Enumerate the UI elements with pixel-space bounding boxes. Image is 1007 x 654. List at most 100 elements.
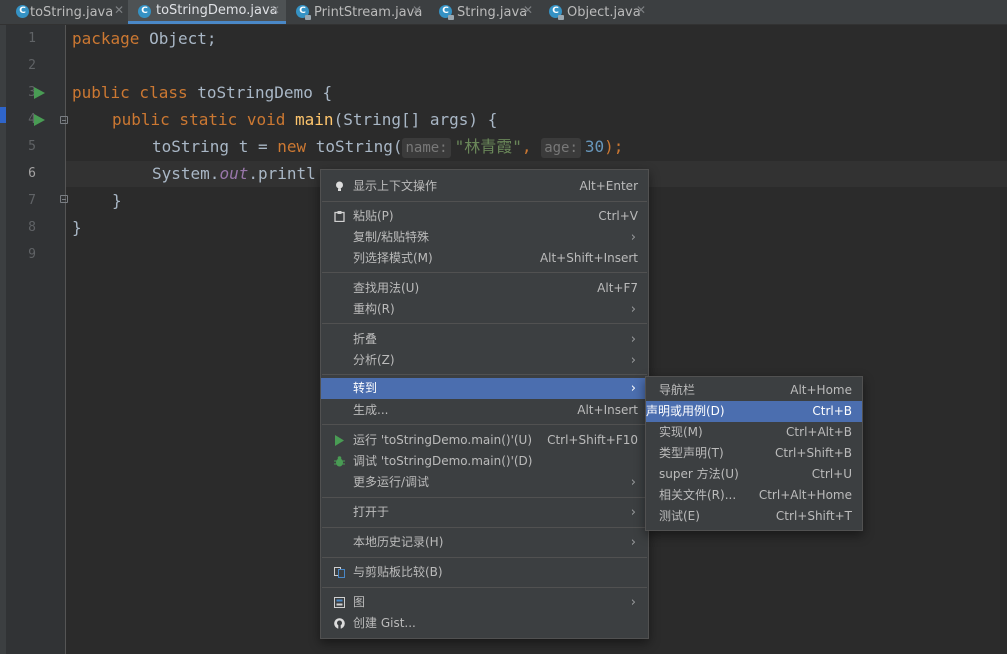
parameter-hint-age: age: bbox=[541, 138, 581, 158]
editor-context-menu: 显示上下文操作 Alt+Enter 粘贴(P) Ctrl+V 复制/粘贴特殊 ›… bbox=[320, 169, 649, 639]
menu-item-label: 调试 'toStringDemo.main()'(D) bbox=[353, 454, 533, 468]
menu-item-create-gist[interactable]: 创建 Gist... bbox=[321, 613, 648, 634]
method-name: main bbox=[295, 110, 334, 129]
menu-item-compare-clipboard[interactable]: 与剪贴板比较(B) bbox=[321, 562, 648, 583]
keyword: package bbox=[72, 29, 140, 48]
menu-item-shortcut: Ctrl+V bbox=[598, 209, 638, 223]
menu-item-declaration[interactable]: 声明或用例(D) Ctrl+B bbox=[646, 401, 862, 422]
menu-separator bbox=[322, 557, 647, 558]
line-number: 1 bbox=[28, 31, 36, 46]
menu-item-find-usages[interactable]: 查找用法(U) Alt+F7 bbox=[321, 278, 648, 299]
menu-item-super-method[interactable]: super 方法(U) Ctrl+U bbox=[646, 464, 862, 485]
menu-separator bbox=[322, 272, 647, 273]
menu-item-label: 实现(M) bbox=[659, 425, 703, 439]
menu-item-label: 查找用法(U) bbox=[353, 281, 420, 295]
menu-item-refactor[interactable]: 重构(R) › bbox=[321, 299, 648, 320]
code-line-8: } bbox=[72, 215, 82, 241]
menu-item-run[interactable]: 运行 'toStringDemo.main()'(U) Ctrl+Shift+F… bbox=[321, 430, 648, 451]
chevron-right-icon: › bbox=[630, 595, 636, 610]
menu-separator bbox=[322, 323, 647, 324]
run-main-icon[interactable] bbox=[34, 114, 45, 126]
tab-tostring-java[interactable]: C toString.java ✕ bbox=[14, 0, 128, 24]
goto-submenu: 导航栏 Alt+Home 声明或用例(D) Ctrl+B 实现(M) Ctrl+… bbox=[645, 376, 863, 531]
run-icon bbox=[335, 435, 344, 446]
lightbulb-icon bbox=[336, 181, 343, 191]
run-class-icon[interactable] bbox=[34, 87, 45, 99]
menu-item-shortcut: Alt+F7 bbox=[597, 281, 638, 295]
code-text: .printl bbox=[248, 164, 316, 183]
parameter-hint-name: name: bbox=[402, 138, 451, 158]
tab-label: toString.java bbox=[30, 4, 114, 20]
java-class-readonly-icon: C bbox=[296, 5, 311, 20]
menu-item-type-declaration[interactable]: 类型声明(T) Ctrl+Shift+B bbox=[646, 443, 862, 464]
java-class-readonly-icon: C bbox=[439, 5, 454, 20]
clipboard-icon bbox=[334, 211, 345, 222]
menu-item-label: 复制/粘贴特殊 bbox=[353, 230, 430, 244]
menu-item-folding[interactable]: 折叠 › bbox=[321, 329, 648, 350]
java-class-icon: C bbox=[16, 5, 29, 18]
menu-item-more-run-debug[interactable]: 更多运行/调试 › bbox=[321, 472, 648, 493]
close-icon[interactable]: ✕ bbox=[270, 3, 280, 17]
tab-tostringdemo-java[interactable]: C toStringDemo.java ✕ bbox=[128, 0, 286, 24]
tab-label: PrintStream.java bbox=[314, 4, 423, 20]
menu-item-shortcut: Ctrl+Shift+F10 bbox=[547, 433, 638, 447]
menu-item-analyze[interactable]: 分析(Z) › bbox=[321, 350, 648, 371]
menu-item-debug[interactable]: 调试 'toStringDemo.main()'(D) bbox=[321, 451, 648, 472]
close-icon[interactable]: ✕ bbox=[636, 3, 646, 17]
menu-item-label: 转到 bbox=[353, 381, 378, 395]
editor-tab-bar: C toString.java ✕ C toStringDemo.java ✕ … bbox=[0, 0, 1007, 25]
close-icon[interactable]: ✕ bbox=[412, 3, 422, 17]
tab-string-java[interactable]: C String.java ✕ bbox=[437, 0, 541, 24]
code-line-5: toString t = new toString(name: "林青霞", ag… bbox=[152, 134, 623, 160]
line-number: 9 bbox=[28, 247, 36, 262]
menu-item-goto[interactable]: 转到 › bbox=[321, 378, 648, 399]
menu-item-diagrams[interactable]: 图 › bbox=[321, 592, 648, 613]
menu-item-open-in[interactable]: 打开于 › bbox=[321, 502, 648, 523]
chevron-right-icon: › bbox=[630, 332, 636, 347]
menu-item-implementation[interactable]: 实现(M) Ctrl+Alt+B bbox=[646, 422, 862, 443]
menu-item-label: 生成... bbox=[353, 403, 389, 417]
menu-item-label: 显示上下文操作 bbox=[353, 179, 438, 193]
menu-item-shortcut: Alt+Shift+Insert bbox=[539, 251, 638, 265]
line-number: 8 bbox=[28, 220, 36, 235]
menu-item-local-history[interactable]: 本地历史记录(H) › bbox=[321, 532, 648, 553]
menu-item-test[interactable]: 测试(E) Ctrl+Shift+T bbox=[646, 506, 862, 527]
tab-label: toStringDemo.java bbox=[156, 3, 278, 18]
line-number: 2 bbox=[28, 58, 36, 73]
menu-item-paste[interactable]: 粘贴(P) Ctrl+V bbox=[321, 206, 648, 227]
close-icon[interactable]: ✕ bbox=[523, 3, 533, 17]
code-text: toString( bbox=[306, 137, 403, 156]
menu-item-column-selection[interactable]: 列选择模式(M) Alt+Shift+Insert bbox=[321, 248, 648, 269]
menu-item-label: 类型声明(T) bbox=[659, 446, 724, 460]
menu-item-copy-paste-special[interactable]: 复制/粘贴特殊 › bbox=[321, 227, 648, 248]
line-number: 4 bbox=[28, 112, 36, 127]
menu-item-label: 与剪贴板比较(B) bbox=[353, 565, 443, 579]
chevron-right-icon: › bbox=[630, 230, 636, 245]
menu-item-related-file[interactable]: 相关文件(R)... Ctrl+Alt+Home bbox=[646, 485, 862, 506]
tab-label: Object.java bbox=[567, 4, 641, 20]
static-field: out bbox=[219, 164, 249, 183]
menu-item-navigation-bar[interactable]: 导航栏 Alt+Home bbox=[646, 380, 862, 401]
code-line-1: package Object; bbox=[72, 26, 217, 52]
menu-separator bbox=[322, 424, 647, 425]
tab-printstream-java[interactable]: C PrintStream.java ✕ bbox=[294, 0, 434, 24]
line-number-gutter[interactable]: 1 2 3 4 5 6 7 8 9 bbox=[6, 25, 68, 654]
menu-item-label: 分析(Z) bbox=[353, 353, 395, 367]
code-text: System. bbox=[152, 164, 220, 183]
keyword: public static void bbox=[112, 110, 286, 129]
diagram-icon bbox=[334, 597, 345, 608]
menu-item-label: 重构(R) bbox=[353, 302, 395, 316]
menu-separator bbox=[322, 201, 647, 202]
tab-object-java[interactable]: C Object.java ✕ bbox=[547, 0, 655, 24]
menu-item-shortcut: Ctrl+Alt+B bbox=[786, 425, 852, 439]
menu-item-shortcut: Ctrl+Alt+Home bbox=[758, 488, 852, 502]
chevron-right-icon: › bbox=[630, 535, 636, 550]
code-text: toString t = bbox=[152, 137, 278, 156]
comma: , bbox=[521, 137, 532, 156]
menu-item-generate[interactable]: 生成... Alt+Insert bbox=[321, 400, 648, 421]
close-icon[interactable]: ✕ bbox=[114, 3, 124, 17]
menu-item-label: 测试(E) bbox=[659, 509, 700, 523]
menu-item-label: 运行 'toStringDemo.main()'(U) bbox=[353, 433, 533, 447]
chevron-right-icon: › bbox=[630, 505, 636, 520]
menu-item-show-context-actions[interactable]: 显示上下文操作 Alt+Enter bbox=[321, 176, 648, 197]
